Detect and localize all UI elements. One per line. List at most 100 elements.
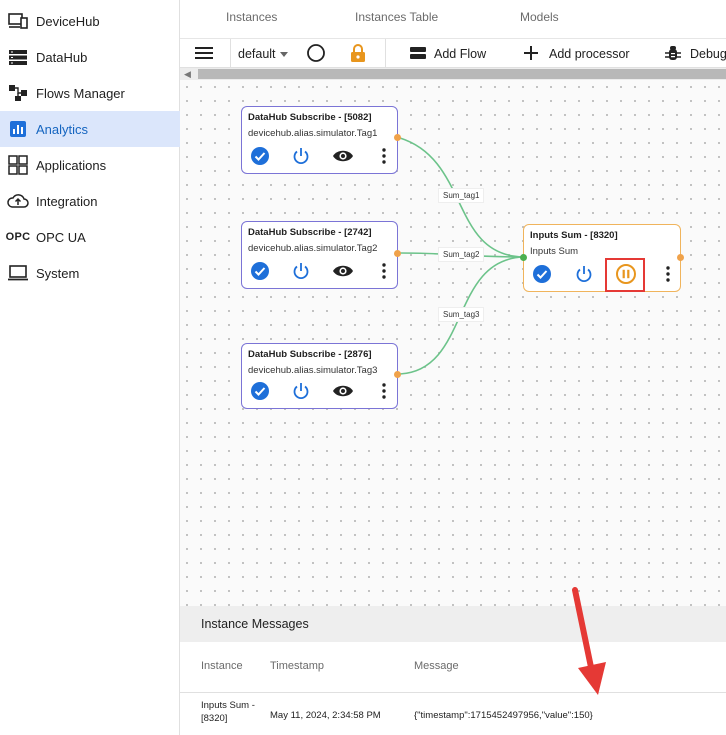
caret-down-icon [279,47,288,61]
sidebar-item-label: Applications [36,157,107,173]
tab-bar: Instances Instances Table Models [180,0,726,38]
node-title: Inputs Sum - [8320] [530,230,618,241]
node-title: DataHub Subscribe - [2876] [248,349,372,360]
edge-label-sum-tag2[interactable]: Sum_tag2 [438,247,485,262]
devices-icon [7,11,29,31]
add-processor-button[interactable]: Add processor [524,39,630,69]
input-port[interactable] [520,254,527,261]
node-subtitle: devicehub.alias.simulator.Tag1 [248,128,378,139]
debug-button[interactable]: Debug [665,39,726,69]
edge-label-sum-tag3[interactable]: Sum_tag3 [438,307,485,322]
sidebar-item-label: Integration [36,193,98,209]
divider [180,692,726,693]
node-subtitle: devicehub.alias.simulator.Tag3 [248,365,378,376]
sidebar-item-datahub[interactable]: DataHub [0,39,180,75]
check-circle-icon[interactable] [249,380,271,402]
lock-icon [350,43,366,66]
sidebar-item-label: DeviceHub [36,13,100,29]
node-title: DataHub Subscribe - [2742] [248,227,372,238]
flow-select[interactable]: default [238,39,288,69]
sidebar-item-devicehub[interactable]: DeviceHub [0,3,180,39]
instance-messages-header: Instance Messages [180,606,726,642]
check-circle-icon[interactable] [249,145,271,167]
messages-table: Instance Timestamp Message Inputs Sum - … [180,642,726,735]
divider [385,39,386,69]
flow-icon [7,83,29,103]
scrollbar-thumb[interactable] [198,69,726,79]
cell-message: {"timestamp":1715452497956,"value":150} [414,710,593,721]
opc-icon: OPC [5,231,31,243]
sidebar-item-analytics[interactable]: Analytics [0,111,180,147]
tab-models[interactable]: Models [520,10,559,24]
sidebar-item-label: Flows Manager [36,85,125,101]
output-port[interactable] [394,134,401,141]
node-datahub-subscribe-2876[interactable]: DataHub Subscribe - [2876] devicehub.ali… [241,343,401,409]
node-datahub-subscribe-5082[interactable]: DataHub Subscribe - [5082] devicehub.ali… [241,106,401,174]
menu-button[interactable] [194,39,214,69]
power-icon[interactable] [290,260,312,282]
debug-label: Debug [690,47,726,61]
sidebar-item-system[interactable]: System [0,255,180,291]
eye-icon[interactable] [332,380,354,402]
cell-instance-line1: Inputs Sum - [201,700,255,711]
power-icon[interactable] [290,380,312,402]
hamburger-icon [194,46,214,63]
node-datahub-subscribe-2742[interactable]: DataHub Subscribe - [2742] devicehub.ali… [241,221,401,289]
cloud-upload-icon [7,191,29,211]
add-flow-button[interactable]: Add Flow [410,39,486,69]
more-vert-icon[interactable] [373,145,395,167]
section-title: Instance Messages [201,617,309,631]
edge-label-sum-tag1[interactable]: Sum_tag1 [438,188,485,203]
node-subtitle: devicehub.alias.simulator.Tag2 [248,243,378,254]
storage-icon [7,47,29,67]
analytics-icon [7,119,29,139]
sidebar: DeviceHub DataHub Flows Manager Analytic… [0,0,180,735]
tab-instances[interactable]: Instances [226,10,277,24]
power-icon[interactable] [290,145,312,167]
eye-icon[interactable] [332,145,354,167]
power-icon[interactable] [573,263,595,285]
output-port[interactable] [394,250,401,257]
circle-button[interactable] [306,39,326,69]
more-vert-icon[interactable] [657,263,679,285]
sidebar-item-integration[interactable]: Integration [0,183,180,219]
node-inputs-sum-8320[interactable]: Inputs Sum - [8320] Inputs Sum [520,224,684,292]
tab-instances-table[interactable]: Instances Table [355,10,438,24]
flow-canvas[interactable]: DataHub Subscribe - [5082] devicehub.ali… [180,80,726,606]
cell-instance: Inputs Sum - [8320] [201,699,255,725]
output-port[interactable] [677,254,684,261]
sidebar-item-label: OPC UA [36,229,86,245]
scroll-left-icon[interactable]: ◀ [184,69,191,80]
apps-icon [7,155,29,175]
sidebar-item-opc-ua[interactable]: OPC OPC UA [0,219,180,255]
plus-icon [524,45,538,63]
add-processor-label: Add processor [549,47,630,61]
column-header-timestamp[interactable]: Timestamp [270,660,324,672]
check-circle-icon[interactable] [531,263,553,285]
cell-instance-line2: [8320] [201,713,228,724]
sidebar-item-flows-manager[interactable]: Flows Manager [0,75,180,111]
node-subtitle: Inputs Sum [530,246,579,257]
toolbar: default Add Flow Add processor Debug [180,38,726,69]
horizontal-scrollbar[interactable]: ◀ [180,68,726,80]
lock-button[interactable] [350,39,366,69]
circle-icon [306,43,326,66]
sidebar-item-label: Analytics [36,121,89,137]
sidebar-item-label: System [36,265,80,281]
output-port[interactable] [394,371,401,378]
divider [230,39,231,69]
check-circle-icon[interactable] [249,260,271,282]
laptop-icon [7,263,29,283]
more-vert-icon[interactable] [373,380,395,402]
node-title: DataHub Subscribe - [5082] [248,112,372,123]
column-header-message[interactable]: Message [414,660,459,672]
column-header-instance[interactable]: Instance [201,660,243,672]
bug-icon [665,45,681,64]
highlight-box [605,258,645,292]
sidebar-item-applications[interactable]: Applications [0,147,180,183]
more-vert-icon[interactable] [373,260,395,282]
add-flow-label: Add Flow [434,47,487,61]
eye-icon[interactable] [332,260,354,282]
cell-timestamp: May 11, 2024, 2:34:58 PM [270,710,381,721]
flow-select-value: default [238,47,276,61]
